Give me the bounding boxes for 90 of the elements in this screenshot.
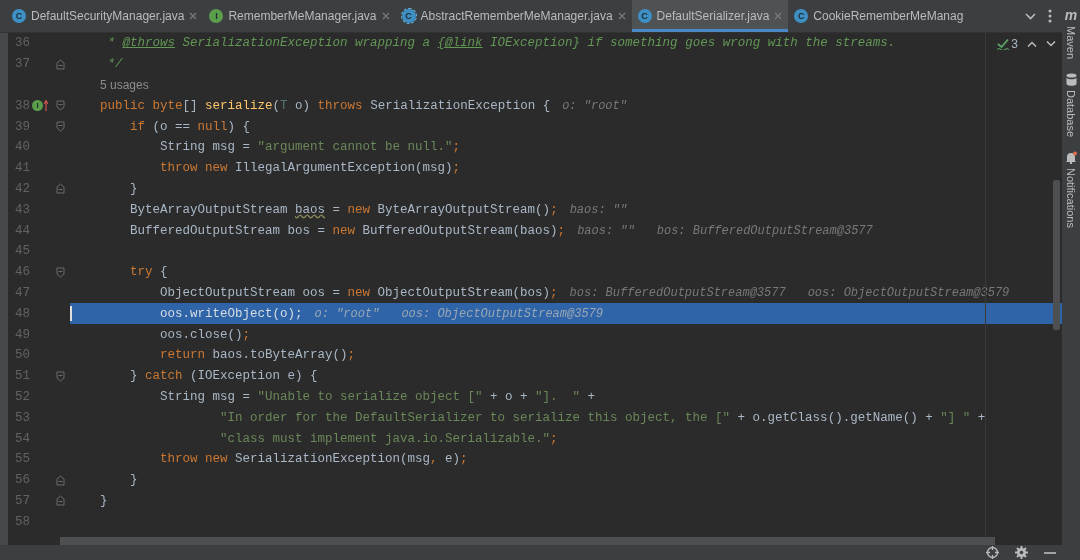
- line-number: 51: [14, 369, 30, 384]
- line-number: 41: [14, 161, 30, 176]
- code-line: } catch (IOException e) {: [129, 369, 318, 384]
- line-number: 55: [14, 452, 30, 467]
- code-line: throw new SerializationException(msg, e);: [159, 452, 468, 467]
- inline-value-hint: oos: ObjectOutputStream@3579: [807, 285, 1010, 300]
- inline-value-hint: o: "root": [562, 98, 627, 113]
- class-icon: C: [794, 9, 809, 23]
- editor-tab[interactable]: C DefaultSecurityManager.java: [6, 0, 204, 32]
- line-number: 57: [14, 493, 30, 508]
- code-line: }: [99, 493, 108, 508]
- line-number: 40: [14, 140, 30, 155]
- code-line: return baos.toByteArray();: [159, 348, 356, 363]
- inline-value-hint: bos: BufferedOutputStream@3577: [569, 285, 786, 300]
- abstract-class-icon: C: [401, 9, 416, 23]
- chevron-down-icon[interactable]: [1025, 12, 1036, 20]
- horizontal-scrollbar[interactable]: [60, 537, 995, 545]
- line-number: 58: [14, 514, 30, 529]
- close-icon[interactable]: [189, 12, 198, 20]
- fold-marker-icon[interactable]: [55, 370, 65, 382]
- code-line: String msg = "Unable to serialize object [" + o + "]. " +: [159, 389, 596, 404]
- code-line: throw new IllegalArgumentException(msg);: [159, 161, 461, 176]
- database-icon[interactable]: [1065, 73, 1077, 87]
- code-line: */: [106, 57, 123, 72]
- code-line: ObjectOutputStream oos = new ObjectOutputStream(bos);: [159, 285, 558, 300]
- inline-value-hint: o: "root": [314, 306, 380, 321]
- line-number: 37: [14, 57, 30, 72]
- code-line: oos.close();: [159, 327, 251, 342]
- code-line: oos.writeObject(o);: [159, 306, 303, 321]
- close-icon[interactable]: [774, 12, 783, 20]
- code-line: * @throws SerializationException wrapping a {@link IOException} if something goes wrong with the streams.: [106, 36, 896, 51]
- bell-icon[interactable]: [1065, 151, 1077, 165]
- code-line: try {: [129, 265, 168, 280]
- interface-icon: I: [209, 9, 224, 23]
- fold-marker-icon[interactable]: [55, 100, 65, 112]
- line-number: 46: [14, 265, 30, 280]
- line-number: 44: [14, 223, 30, 238]
- fold-marker-icon[interactable]: [55, 474, 65, 486]
- target-icon[interactable]: [986, 546, 999, 559]
- chevron-down-icon[interactable]: [1046, 41, 1056, 47]
- settings-icon[interactable]: [1015, 546, 1028, 559]
- code-line: }: [129, 473, 138, 488]
- maven-icon[interactable]: m: [1064, 8, 1078, 22]
- inline-value-hint: oos: ObjectOutputStream@3579: [401, 306, 603, 321]
- class-icon: C: [12, 9, 26, 23]
- code-line: if (o == null) {: [129, 119, 251, 134]
- line-number: 38: [14, 98, 30, 113]
- line-number: 53: [14, 410, 30, 425]
- more-options-icon[interactable]: [1048, 9, 1052, 23]
- line-number: 45: [14, 244, 30, 259]
- code-line: "In order for the DefaultSerializer to serialize this object, the [" + o.getClass().getName() + "] " +: [219, 410, 986, 425]
- line-number: 48: [14, 306, 30, 321]
- code-line: String msg = "argument cannot be null.";: [159, 140, 461, 155]
- inspection-status[interactable]: 3: [997, 37, 1018, 51]
- line-number: 52: [14, 389, 30, 404]
- fold-marker-icon[interactable]: [55, 183, 65, 195]
- vertical-scrollbar[interactable]: [1053, 180, 1060, 330]
- code-line: }: [129, 181, 138, 196]
- inline-value-hint: bos: BufferedOutputStream@3577: [656, 223, 873, 238]
- editor-tab[interactable]: C DefaultSerializer.java: [631, 0, 789, 32]
- class-icon: C: [637, 9, 652, 23]
- inline-value-hint: baos: "": [577, 223, 635, 238]
- fold-marker-icon[interactable]: [55, 495, 65, 507]
- code-line: public byte[] serialize(T o) throws SerializationException {: [99, 98, 551, 113]
- code-line: "class must implement java.io.Serializable.";: [219, 431, 558, 446]
- inline-value-hint: baos: "": [569, 202, 628, 217]
- tool-window-button[interactable]: Database: [1065, 90, 1077, 138]
- editor-tab[interactable]: I RememberMeManager.java: [203, 0, 396, 32]
- usages-link[interactable]: 5 usages: [100, 78, 149, 92]
- line-number: 39: [14, 119, 30, 134]
- line-number: 36: [14, 36, 30, 51]
- editor-tab[interactable]: C CookieRememberMeManag: [788, 0, 970, 32]
- code-line: BufferedOutputStream bos = new BufferedOutputStream(baos);: [129, 223, 566, 238]
- fold-marker-icon[interactable]: [55, 58, 65, 70]
- close-icon[interactable]: [381, 12, 390, 20]
- fold-marker-icon[interactable]: [55, 121, 65, 133]
- line-number: 49: [14, 327, 30, 342]
- line-number: 50: [14, 348, 30, 363]
- line-number: 47: [14, 285, 30, 300]
- close-icon[interactable]: [617, 12, 626, 20]
- tool-window-button[interactable]: Notifications: [1065, 168, 1077, 229]
- fold-marker-icon[interactable]: [55, 266, 65, 278]
- editor-tab[interactable]: C AbstractRememberMeManager.java: [395, 0, 632, 32]
- line-number: 54: [14, 431, 30, 446]
- chevron-up-icon[interactable]: [1027, 41, 1037, 47]
- line-number: 43: [14, 202, 30, 217]
- line-number: 42: [14, 181, 30, 196]
- line-number: 56: [14, 473, 30, 488]
- code-line: ByteArrayOutputStream baos = new ByteArrayOutputStream();: [129, 202, 558, 217]
- tool-window-button[interactable]: Maven: [1065, 26, 1077, 60]
